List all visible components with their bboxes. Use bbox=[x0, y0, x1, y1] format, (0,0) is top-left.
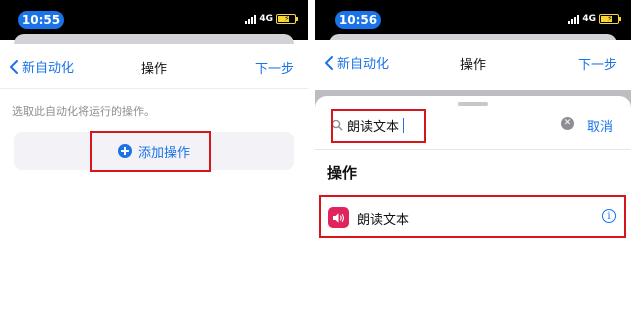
status-indicators: 4G ⚡ bbox=[245, 14, 298, 24]
add-action-row: 添加操作 bbox=[14, 132, 294, 170]
action-label: 朗读文本 bbox=[357, 213, 410, 228]
search-value: 朗读文本 bbox=[347, 119, 400, 135]
clear-icon[interactable]: ✕ bbox=[561, 117, 574, 130]
signal-icon bbox=[245, 14, 257, 24]
left-screenshot: 10:55 4G ⚡ 新自动化 操作 下一步 选取此自动化将运行的操作。 添加操… bbox=[0, 0, 308, 329]
add-action-button[interactable]: 添加操作 bbox=[117, 142, 190, 161]
cancel-button[interactable]: 取消 bbox=[587, 116, 613, 135]
text-caret bbox=[403, 117, 405, 133]
search-input[interactable]: 朗读文本 bbox=[331, 116, 566, 135]
action-result-speak-text[interactable]: 朗读文本 i bbox=[315, 198, 631, 236]
signal-icon bbox=[568, 14, 580, 24]
network-type: 4G bbox=[582, 14, 596, 24]
battery-icon: ⚡ bbox=[599, 14, 621, 24]
battery-icon: ⚡ bbox=[276, 14, 298, 24]
magnifier-icon bbox=[331, 119, 343, 131]
info-icon[interactable]: i bbox=[602, 209, 616, 223]
right-screenshot: 10:56 4G ⚡ 新自动化 操作 下一步 朗读文本 ✕ 取消 操作 朗读文本… bbox=[315, 0, 631, 329]
divider bbox=[315, 149, 631, 150]
next-button[interactable]: 下一步 bbox=[578, 54, 617, 73]
status-indicators: 4G ⚡ bbox=[568, 14, 621, 24]
hint-text: 选取此自动化将运行的操作。 bbox=[12, 105, 155, 118]
next-button[interactable]: 下一步 bbox=[255, 58, 294, 77]
content: 选取此自动化将运行的操作。 添加操作 bbox=[0, 88, 308, 329]
nav-bar: 新自动化 操作 下一步 bbox=[0, 44, 308, 88]
network-type: 4G bbox=[259, 14, 273, 24]
status-time: 10:56 bbox=[335, 11, 381, 29]
status-time: 10:55 bbox=[18, 11, 64, 29]
section-title: 操作 bbox=[327, 164, 358, 182]
modal-sheet: 新自动化 操作 下一步 选取此自动化将运行的操作。 添加操作 bbox=[0, 44, 308, 329]
add-action-label: 添加操作 bbox=[137, 145, 190, 161]
plus-circle-icon bbox=[117, 144, 132, 158]
sheet-grabber[interactable] bbox=[458, 102, 488, 106]
speaker-icon bbox=[328, 207, 349, 228]
search-sheet: 朗读文本 ✕ 取消 操作 朗读文本 i bbox=[315, 96, 631, 329]
nav-bar: 新自动化 操作 下一步 bbox=[315, 40, 631, 84]
